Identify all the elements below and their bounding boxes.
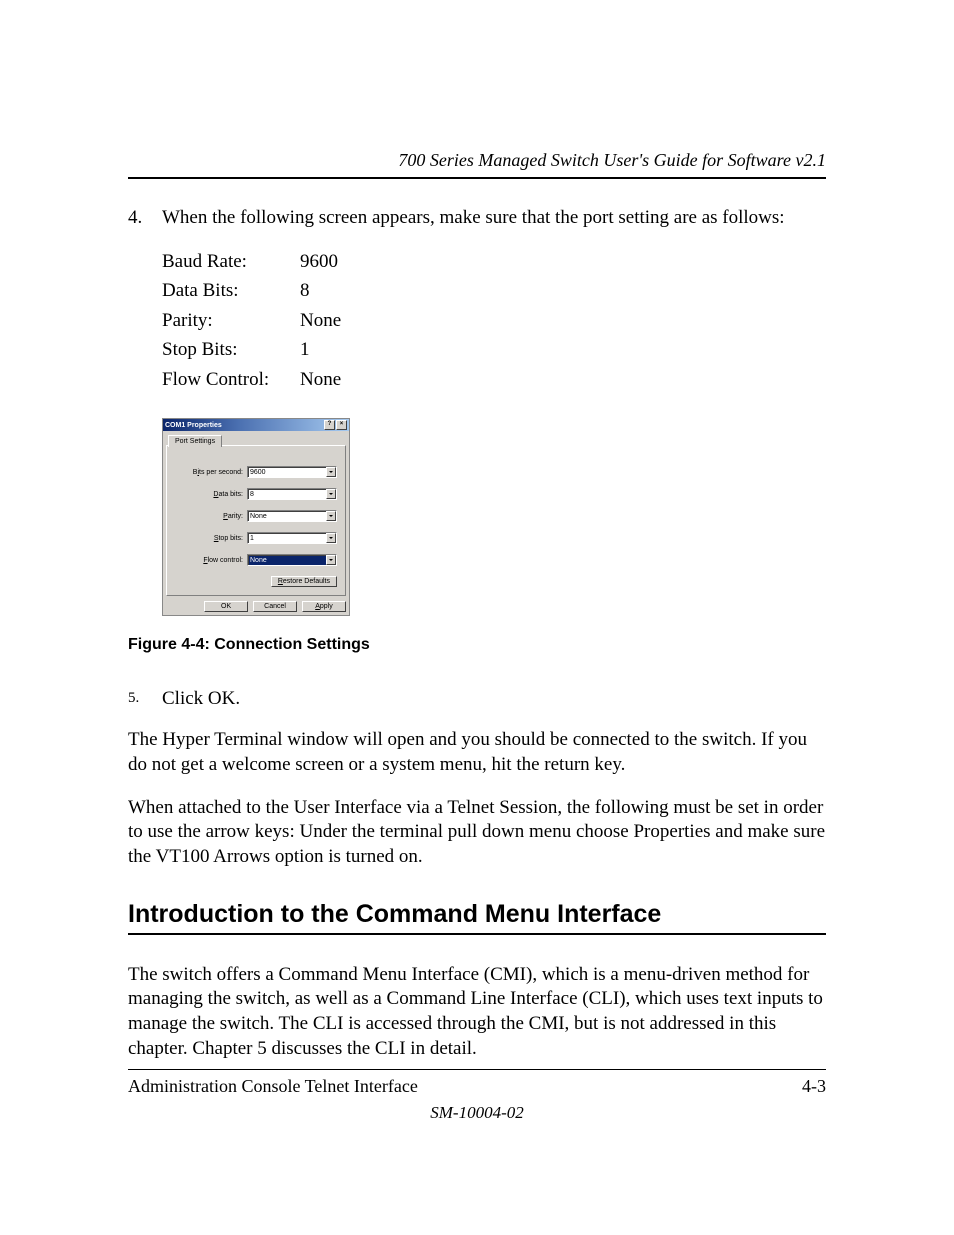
apply-button[interactable]: Apply xyxy=(302,601,346,612)
data-bits-label: Data bits: xyxy=(175,491,243,498)
port-settings-list: Baud Rate:9600 Data Bits:8 Parity:None S… xyxy=(162,247,826,394)
tab-port-settings[interactable]: Port Settings xyxy=(168,435,222,447)
restore-defaults-button[interactable]: Restore Defaults xyxy=(271,576,337,587)
parity-label: Parity: xyxy=(175,513,243,520)
setting-label: Data Bits: xyxy=(162,276,300,305)
dialog-titlebar: COM1 Properties ? × xyxy=(163,419,349,431)
bits-per-second-label: Bits per second: xyxy=(175,469,243,476)
cancel-button[interactable]: Cancel xyxy=(253,601,297,612)
setting-label: Flow Control: xyxy=(162,365,300,394)
document-number: SM-10004-02 xyxy=(0,1103,954,1123)
close-icon[interactable]: × xyxy=(336,420,347,430)
chevron-down-icon[interactable] xyxy=(326,555,336,565)
figure-4-4-caption: Figure 4-4: Connection Settings xyxy=(128,636,826,654)
section-heading-intro-cmi: Introduction to the Command Menu Interfa… xyxy=(128,900,826,935)
chevron-down-icon[interactable] xyxy=(326,489,336,499)
setting-label: Parity: xyxy=(162,306,300,335)
step-4-text: When the following screen appears, make … xyxy=(162,207,785,229)
step-5: 5. Click OK. xyxy=(128,688,826,710)
bits-per-second-select[interactable]: 9600 xyxy=(247,466,337,478)
chevron-down-icon[interactable] xyxy=(326,511,336,521)
step-5-text: Click OK. xyxy=(162,688,240,710)
parity-select[interactable]: None xyxy=(247,510,337,522)
page-footer: Administration Console Telnet Interface … xyxy=(128,1069,826,1097)
data-bits-select[interactable]: 8 xyxy=(247,488,337,500)
paragraph: The Hyper Terminal window will open and … xyxy=(128,728,826,777)
setting-value: None xyxy=(300,306,341,335)
footer-section-title: Administration Console Telnet Interface xyxy=(128,1076,418,1097)
help-icon[interactable]: ? xyxy=(324,420,335,430)
flow-control-select[interactable]: None xyxy=(247,554,337,566)
ok-button[interactable]: OK xyxy=(204,601,248,612)
step-4: 4. When the following screen appears, ma… xyxy=(128,207,826,229)
setting-label: Baud Rate: xyxy=(162,247,300,276)
flow-control-label: Flow control: xyxy=(175,557,243,564)
page-number: 4-3 xyxy=(802,1076,826,1097)
setting-value: 9600 xyxy=(300,247,338,276)
setting-label: Stop Bits: xyxy=(162,335,300,364)
setting-value: None xyxy=(300,365,341,394)
step-5-number: 5. xyxy=(128,688,162,710)
setting-value: 1 xyxy=(300,335,310,364)
stop-bits-label: Stop bits: xyxy=(175,535,243,542)
step-4-number: 4. xyxy=(128,207,162,229)
chevron-down-icon[interactable] xyxy=(326,467,336,477)
paragraph: The switch offers a Command Menu Interfa… xyxy=(128,963,826,1062)
chevron-down-icon[interactable] xyxy=(326,533,336,543)
running-header: 700 Series Managed Switch User's Guide f… xyxy=(128,150,826,179)
paragraph: When attached to the User Interface via … xyxy=(128,796,826,870)
dialog-title-text: COM1 Properties xyxy=(165,422,222,429)
stop-bits-select[interactable]: 1 xyxy=(247,532,337,544)
com1-properties-dialog: COM1 Properties ? × Port Settings Bits p… xyxy=(162,418,350,616)
setting-value: 8 xyxy=(300,276,310,305)
port-settings-pane: Bits per second: 9600 Data bits: 8 Parit… xyxy=(166,445,346,596)
